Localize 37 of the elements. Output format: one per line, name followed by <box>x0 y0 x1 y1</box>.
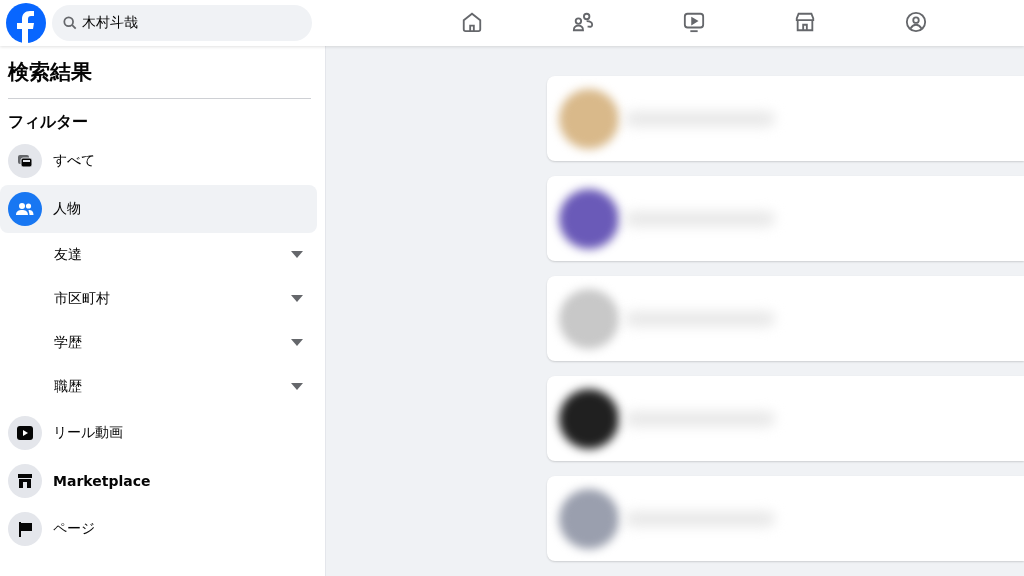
caret-icon <box>291 339 303 347</box>
flag-icon <box>17 521 33 537</box>
page-title: 検索結果 <box>8 59 93 86</box>
dropdown-filter[interactable]: 職歴 <box>0 365 317 409</box>
caret-icon <box>291 383 303 391</box>
play-icon <box>17 426 33 440</box>
caret-icon <box>291 251 303 259</box>
filter-label: 学歴 <box>54 334 83 352</box>
section-heading: フィルター <box>8 111 89 133</box>
filter-item[interactable]: すべて <box>0 137 317 185</box>
filter-label: すべて <box>53 152 96 170</box>
dropdown-filter[interactable]: 友達 <box>0 233 317 277</box>
logo-icon[interactable] <box>6 3 46 43</box>
filter-item[interactable]: リール動画 <box>0 409 317 457</box>
filter-label: 職歴 <box>54 378 83 396</box>
friends-icon <box>571 10 594 33</box>
cards-icon <box>17 153 33 169</box>
filter-label: 市区町村 <box>54 290 111 308</box>
filter-label: 人物 <box>53 200 82 218</box>
profile-icon <box>904 10 927 33</box>
filter-item[interactable]: ページ <box>0 505 317 553</box>
filter-label: リール動画 <box>53 424 124 442</box>
result-card[interactable] <box>547 376 1024 461</box>
filter-item[interactable]: Marketplace <box>0 457 317 505</box>
filter-label: 友達 <box>54 246 83 264</box>
people-icon <box>16 202 34 216</box>
filter-label: Marketplace <box>53 473 152 489</box>
filter-item[interactable]: 人物 <box>0 185 317 233</box>
store-icon <box>793 10 816 33</box>
filter-label: ページ <box>53 520 96 538</box>
video-icon <box>682 10 705 33</box>
home-icon <box>460 10 483 33</box>
dropdown-filter[interactable]: 学歴 <box>0 321 317 365</box>
shop-icon <box>17 473 33 489</box>
caret-icon <box>291 295 303 303</box>
search-field[interactable]: 木村斗哉 <box>52 5 312 41</box>
dropdown-filter[interactable]: 市区町村 <box>0 277 317 321</box>
